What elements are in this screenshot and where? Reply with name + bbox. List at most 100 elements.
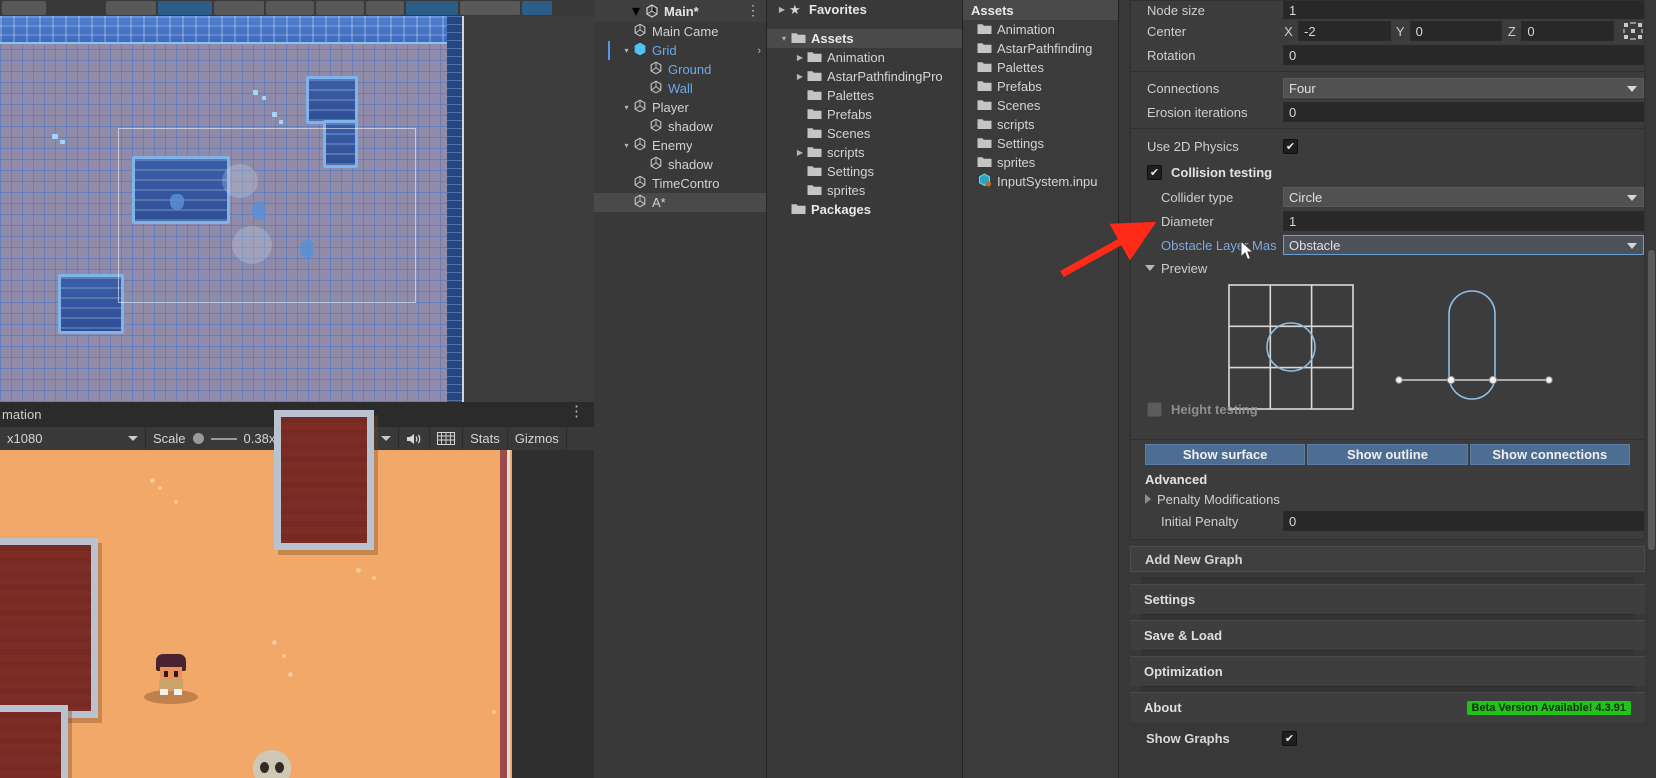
use-2d-physics-row[interactable]: Use 2D Physics ✔ (1131, 133, 1644, 159)
hierarchy-item-grid[interactable]: ▾ Grid › (594, 41, 766, 60)
hierarchy-item-shadow[interactable]: shadow (594, 155, 766, 174)
aspect-grid-button[interactable] (430, 427, 464, 450)
asset-item-prefabs[interactable]: Prefabs (963, 77, 1118, 96)
accordion-settings[interactable]: Settings (1130, 584, 1645, 614)
height-testing-row[interactable]: ✔ Height testing (1147, 397, 1258, 421)
diameter-input[interactable]: 1 (1283, 211, 1644, 231)
hierarchy-item-main-came[interactable]: Main Came (594, 22, 766, 41)
inspector-scrollbar[interactable] (1648, 250, 1655, 550)
erosion-input[interactable]: 0 (1283, 102, 1644, 122)
stats-button[interactable]: Stats (463, 427, 508, 450)
project-tree-item-assets[interactable]: ▾ Assets (767, 29, 962, 48)
scale-slider-knob[interactable] (192, 433, 204, 444)
collider-type-dropdown[interactable]: Circle (1283, 187, 1644, 207)
accordion-optimization[interactable]: Optimization (1130, 656, 1645, 686)
show-graphs-row[interactable]: Show Graphs ✔ (1130, 726, 1645, 750)
hierarchy-item-player[interactable]: ▾ Player (594, 98, 766, 117)
scene-tool-hand[interactable] (106, 1, 156, 15)
scene-canvas[interactable] (0, 16, 594, 402)
penalty-modifications-foldout[interactable]: Penalty Modifications (1131, 489, 1644, 509)
erosion-row[interactable]: Erosion iterations 0 (1131, 100, 1644, 124)
gizmos-button[interactable]: Gizmos (508, 427, 567, 450)
game-view-tab-label[interactable]: mation (0, 407, 42, 422)
project-favorites-row[interactable]: ▶ ★ Favorites (767, 0, 962, 19)
snap-settings-icon[interactable] (1622, 21, 1644, 41)
chevron-down-icon[interactable]: ▾ (620, 103, 633, 112)
preview-foldout[interactable]: Preview (1131, 257, 1644, 279)
project-tree-item-scenes[interactable]: Scenes (767, 124, 962, 143)
height-testing-checkbox[interactable]: ✔ (1147, 401, 1162, 417)
show-graphs-checkbox[interactable]: ✔ (1282, 730, 1297, 746)
scene-tool-move[interactable] (158, 1, 212, 15)
asset-item-astarpathfinding[interactable]: AstarPathfinding (963, 39, 1118, 58)
game-canvas[interactable] (0, 410, 594, 778)
diameter-row[interactable]: Diameter 1 (1131, 209, 1644, 233)
project-tree-item-astarpathfindingpro[interactable]: ▶ AstarPathfindingPro (767, 67, 962, 86)
project-tree-item-animation[interactable]: ▶ Animation (767, 48, 962, 67)
beta-version-badge[interactable]: Beta Version Available! 4.3.91 (1466, 700, 1631, 715)
center-x-input[interactable]: -2 (1298, 21, 1391, 41)
chevron-right-icon[interactable]: ▶ (793, 53, 807, 62)
center-y-input[interactable]: 0 (1409, 21, 1503, 41)
show-outline-button[interactable]: Show outline (1307, 444, 1468, 465)
hierarchy-item-enemy[interactable]: ▾ Enemy (594, 136, 766, 155)
node-size-row[interactable]: Node size 1 (1131, 1, 1644, 19)
scene-tool-transform[interactable] (366, 1, 404, 15)
asset-item-inputsystem-inpu[interactable]: InputSystem.inpu (963, 172, 1118, 191)
show-connections-button[interactable]: Show connections (1469, 444, 1630, 465)
hierarchy-scene-header[interactable]: ▾ Main* ⋮ (594, 0, 766, 22)
asset-item-scenes[interactable]: Scenes (963, 96, 1118, 115)
scale-slider-track[interactable] (210, 437, 237, 440)
center-row[interactable]: Center X -2 Y 0 Z 0 (1131, 19, 1644, 43)
obstacle-layer-mask-row[interactable]: Obstacle Layer Mas Obstacle (1131, 233, 1644, 257)
scene-view-toolbar[interactable] (0, 0, 594, 16)
scene-tool-custom[interactable] (406, 1, 458, 15)
project-tree-item-scripts[interactable]: ▶ scripts (767, 143, 962, 162)
chevron-right-icon[interactable]: ▶ (793, 148, 807, 157)
chevron-right-icon[interactable]: ▶ (793, 72, 807, 81)
show-surface-button[interactable]: Show surface (1145, 444, 1306, 465)
resolution-dropdown[interactable]: x1080 (0, 427, 146, 450)
initial-penalty-input[interactable]: 0 (1283, 511, 1644, 531)
center-vector3[interactable]: X -2 Y 0 Z 0 (1283, 21, 1644, 41)
scene-tool-scale[interactable] (266, 1, 314, 15)
asset-item-settings[interactable]: Settings (963, 134, 1118, 153)
asset-item-scripts[interactable]: scripts (963, 115, 1118, 134)
connections-row[interactable]: Connections Four (1131, 76, 1644, 100)
collision-testing-checkbox[interactable]: ✔ (1147, 164, 1162, 180)
asset-item-sprites[interactable]: sprites (963, 153, 1118, 172)
scene-tool-pivot[interactable] (460, 1, 520, 15)
kebab-menu-icon[interactable]: ⋮ (746, 3, 760, 17)
project-tree-item-packages[interactable]: Packages (767, 200, 962, 219)
initial-penalty-row[interactable]: Initial Penalty 0 (1131, 509, 1644, 533)
scene-tool-rect[interactable] (316, 1, 364, 15)
node-size-input[interactable]: 1 (1283, 1, 1644, 19)
project-tree-item-settings[interactable]: Settings (767, 162, 962, 181)
center-z-input[interactable]: 0 (1521, 21, 1615, 41)
project-tree-item-prefabs[interactable]: Prefabs (767, 105, 962, 124)
use-2d-physics-checkbox[interactable]: ✔ (1283, 138, 1298, 154)
collider-type-row[interactable]: Collider type Circle (1131, 185, 1644, 209)
scene-tool-rotate[interactable] (214, 1, 264, 15)
chevron-right-icon[interactable]: ▶ (775, 5, 789, 14)
collision-testing-row[interactable]: ✔ Collision testing (1131, 159, 1644, 185)
scale-slider[interactable]: Scale 0.38x (146, 427, 284, 450)
scene-tool-global[interactable] (522, 1, 552, 15)
hierarchy-item-wall[interactable]: Wall (594, 79, 766, 98)
obstacle-layer-mask-dropdown[interactable]: Obstacle (1283, 235, 1644, 255)
chevron-down-icon[interactable]: ▾ (632, 1, 640, 21)
project-tree-item-sprites[interactable]: sprites (767, 181, 962, 200)
project-tree-item-palettes[interactable]: Palettes (767, 86, 962, 105)
mute-audio-button[interactable] (399, 427, 431, 450)
asset-item-animation[interactable]: Animation (963, 20, 1118, 39)
hierarchy-item-ground[interactable]: Ground (594, 60, 766, 79)
hierarchy-item-timecontro[interactable]: TimeContro (594, 174, 766, 193)
rotation-input[interactable]: 0 (1283, 45, 1644, 65)
scene-tool-slot[interactable] (2, 1, 46, 15)
connections-dropdown[interactable]: Four (1283, 78, 1644, 98)
chevron-down-icon[interactable]: ▾ (620, 46, 633, 55)
hierarchy-item-shadow[interactable]: shadow (594, 117, 766, 136)
accordion-about[interactable]: About Beta Version Available! 4.3.91 (1130, 692, 1645, 722)
kebab-menu-icon[interactable]: ⋮ (569, 404, 584, 419)
add-new-graph-button[interactable]: Add New Graph (1130, 546, 1645, 572)
